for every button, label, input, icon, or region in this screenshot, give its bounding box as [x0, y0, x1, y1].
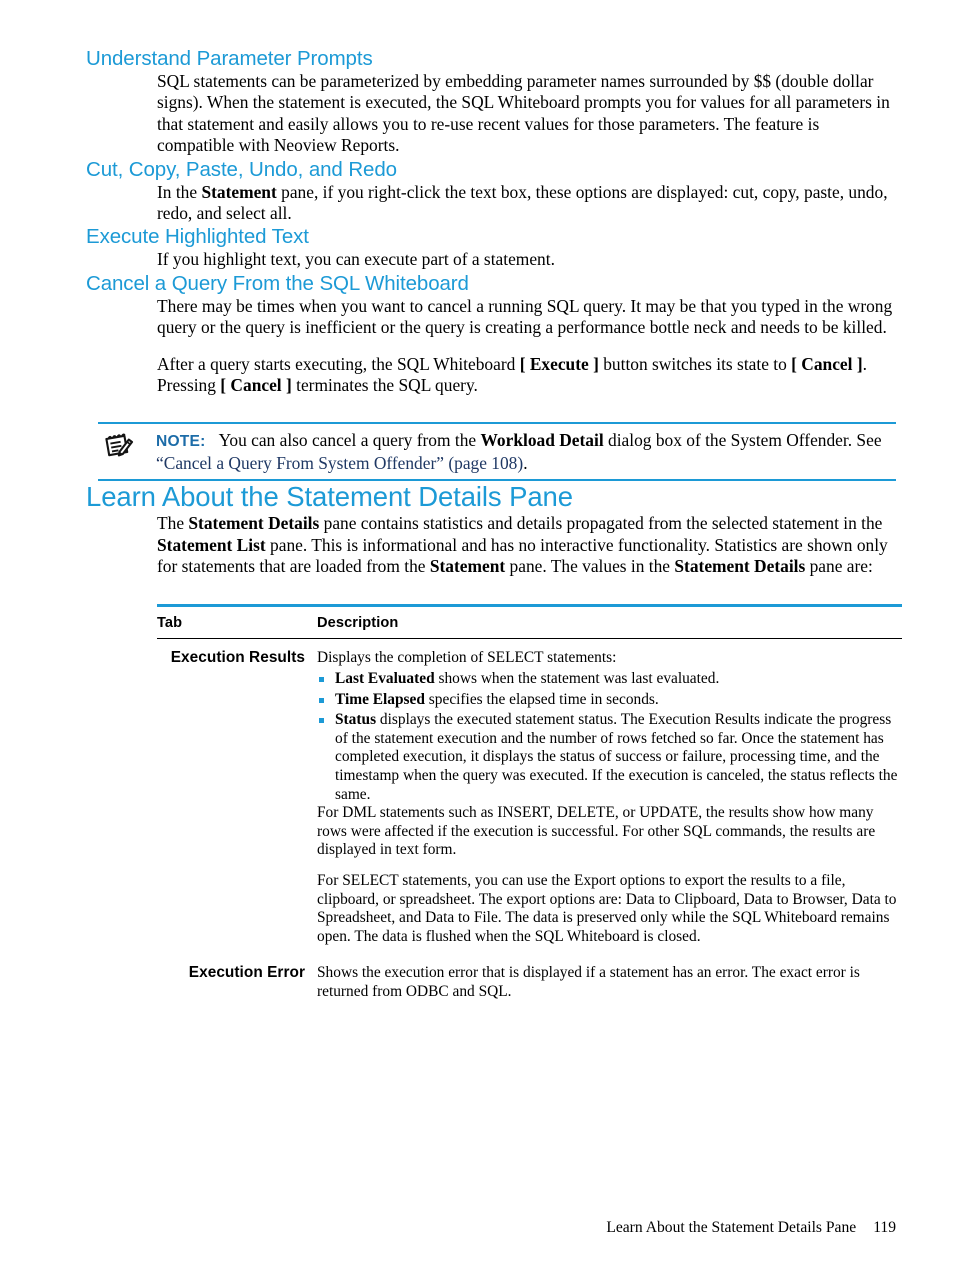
note-label: NOTE:	[156, 433, 206, 451]
bullet-icon	[319, 697, 324, 703]
paragraph: The Statement Details pane contains stat…	[157, 513, 888, 577]
cross-reference-link[interactable]: “Cancel a Query From System Offender” (p…	[156, 453, 523, 473]
heading-execute-highlighted-text: Execute Highlighted Text	[86, 225, 309, 249]
paragraph: SQL statements can be parameterized by e…	[157, 71, 890, 156]
document-page: Understand Parameter Prompts SQL stateme…	[0, 0, 954, 1271]
cell-lead-text: Displays the completion of SELECT statem…	[317, 648, 617, 666]
heading-cut-copy-paste-undo-redo: Cut, Copy, Paste, Undo, and Redo	[86, 157, 397, 181]
paragraph: If you highlight text, you can execute p…	[157, 249, 555, 270]
section-body-cancel-a-query: There may be times when you want to canc…	[157, 296, 896, 397]
bullet-list: Last Evaluated shows when the statement …	[317, 670, 902, 804]
statement-details-table: Tab Description Execution Results Display…	[157, 606, 902, 1010]
cell-paragraph: Shows the execution error that is displa…	[317, 964, 860, 1000]
table-row: Execution Results Displays the completion…	[157, 638, 902, 954]
footer-page-number: 119	[873, 1219, 896, 1236]
section-body-cut-copy-paste-undo-redo: In the Statement pane, if you right-clic…	[157, 182, 896, 225]
column-header-description: Description	[317, 606, 902, 639]
column-header-tab: Tab	[157, 606, 305, 639]
table-cell-description: Displays the completion of SELECT statem…	[317, 638, 902, 954]
bullet-icon	[319, 677, 324, 683]
table-cell-tab: Execution Results	[170, 648, 305, 666]
list-item: Status displays the executed statement s…	[317, 711, 902, 804]
table-row: Execution Error Shows the execution error…	[157, 954, 902, 1009]
section-body-learn-about-statement-details: The Statement Details pane contains stat…	[157, 513, 896, 577]
list-item: Last Evaluated shows when the statement …	[317, 670, 902, 689]
cell-paragraph: For SELECT statements, you can use the E…	[317, 872, 897, 945]
table-cell-gap	[305, 954, 317, 1009]
section-body-understand-parameter-prompts: SQL statements can be parameterized by e…	[157, 71, 896, 157]
page-content: Understand Parameter Prompts SQL stateme…	[86, 46, 902, 1010]
heading-understand-parameter-prompts: Understand Parameter Prompts	[86, 47, 373, 70]
bullet-icon	[319, 718, 324, 724]
table-cell-gap	[305, 638, 317, 954]
table-body: Execution Results Displays the completion…	[157, 638, 902, 1010]
table-header-row: Tab Description	[157, 606, 902, 639]
paragraph: After a query starts executing, the SQL …	[157, 353, 867, 396]
note-body-text: You can also cancel a query from the Wor…	[156, 430, 882, 473]
table-cell-tab: Execution Error	[188, 964, 305, 982]
section-body-execute-highlighted-text: If you highlight text, you can execute p…	[157, 249, 896, 270]
note-pad-pencil-icon	[98, 430, 142, 472]
table-header-gap	[305, 606, 317, 639]
page-footer: Learn About the Statement Details Pane 11…	[86, 1218, 896, 1237]
table-cell-description: Shows the execution error that is displa…	[317, 954, 902, 1009]
statement-details-table-wrapper: Tab Description Execution Results Display…	[157, 603, 902, 1010]
paragraph: There may be times when you want to canc…	[157, 295, 893, 338]
cell-paragraph: For DML statements such as INSERT, DELET…	[317, 804, 876, 859]
note-admonition: NOTE: You can also cancel a query from t…	[98, 422, 896, 482]
heading-cancel-a-query-from-the-sql-whiteboard: Cancel a Query From the SQL Whiteboard	[86, 271, 469, 295]
note-bottom-rule	[98, 479, 896, 482]
paragraph: In the Statement pane, if you right-clic…	[157, 181, 888, 224]
note-text: NOTE: You can also cancel a query from t…	[142, 430, 896, 474]
footer-running-head: Learn About the Statement Details Pane	[606, 1219, 857, 1236]
heading-learn-about-the-statement-details-pane: Learn About the Statement Details Pane	[86, 481, 573, 513]
list-item: Time Elapsed specifies the elapsed time …	[317, 691, 902, 710]
